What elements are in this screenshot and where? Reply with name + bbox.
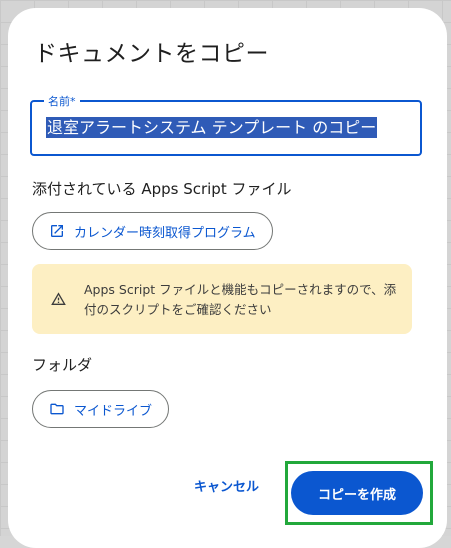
warning-icon [51,292,66,305]
create-copy-button[interactable]: コピーを作成 [291,471,423,515]
warning-banner: Apps Script ファイルと機能もコピーされますので、添付のスクリプトをご… [32,264,412,334]
cancel-button[interactable]: キャンセル [186,470,267,500]
attached-files-label: 添付されている Apps Script ファイル [32,180,292,198]
warning-text: Apps Script ファイルと機能もコピーされますので、添付のスクリプトをご… [84,282,397,317]
name-input[interactable]: 退室アラートシステム テンプレート のコピー [46,117,378,138]
name-field-label: 名前* [44,93,80,109]
folder-chip[interactable]: マイドライブ [32,390,170,428]
apps-script-file-label: カレンダー時刻取得プログラム [74,225,256,241]
folder-chip-label: マイドライブ [74,403,153,419]
name-field[interactable]: 名前* 退室アラートシステム テンプレート のコピー [30,93,422,156]
apps-script-file-chip[interactable]: カレンダー時刻取得プログラム [32,212,273,250]
folder-label: フォルダ [32,356,93,374]
folder-icon [50,403,64,415]
dialog-title: ドキュメントをコピー [34,41,269,67]
open-in-new-icon [51,225,63,237]
